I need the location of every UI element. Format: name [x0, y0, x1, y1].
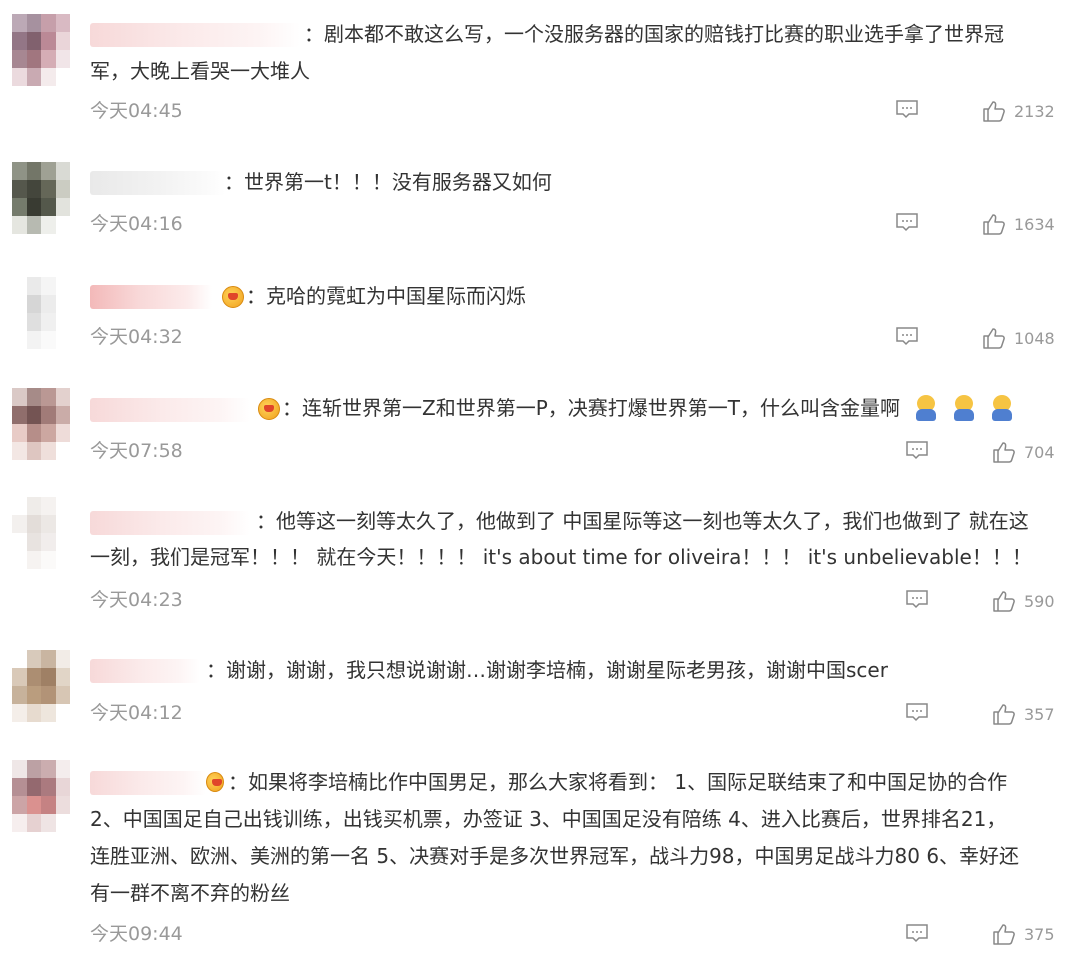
reply-icon[interactable]	[905, 923, 929, 943]
username-blurred[interactable]	[90, 398, 250, 422]
avatar[interactable]	[12, 162, 70, 234]
like-count: 357	[1024, 705, 1055, 724]
avatar[interactable]	[12, 650, 70, 722]
crown-badge-icon	[206, 772, 224, 792]
like-count: 2132	[1014, 102, 1055, 121]
thumbs-up-icon[interactable]	[992, 922, 1016, 946]
comment-text-body: ：连斩世界第一Z和世界第一P，决赛打爆世界第一T，什么叫含金量啊	[282, 396, 900, 420]
comment-text: 一刻，我们是冠军！！！ 就在今天！！！！ it's about time for…	[90, 545, 1032, 569]
like-count: 590	[1024, 592, 1055, 611]
reply-icon[interactable]	[905, 702, 929, 722]
avatar[interactable]	[12, 14, 70, 86]
comment-timestamp: 今天04:23	[90, 589, 183, 611]
comment-text: ：世界第一t！！！没有服务器又如何	[224, 170, 552, 194]
comment-text: ：连斩世界第一Z和世界第一P，决赛打爆世界第一T，什么叫含金量啊	[282, 390, 1014, 427]
username-blurred[interactable]	[90, 23, 300, 47]
reply-icon[interactable]	[905, 589, 929, 609]
crying-emoji-icon	[952, 395, 976, 421]
thumbs-up-icon[interactable]	[982, 212, 1006, 236]
reply-icon[interactable]	[895, 212, 919, 232]
comment-timestamp: 今天04:32	[90, 326, 183, 348]
thumbs-up-icon[interactable]	[992, 440, 1016, 464]
crying-emoji-icon	[990, 395, 1014, 421]
comment-timestamp: 今天07:58	[90, 440, 183, 462]
thumbs-up-icon[interactable]	[992, 589, 1016, 613]
thumbs-up-icon[interactable]	[982, 326, 1006, 350]
like-count: 1048	[1014, 329, 1055, 348]
avatar[interactable]	[12, 497, 70, 569]
username-blurred[interactable]	[90, 771, 206, 795]
username-blurred[interactable]	[90, 285, 212, 309]
thumbs-up-icon[interactable]	[992, 702, 1016, 726]
avatar[interactable]	[12, 277, 70, 349]
comment-text: 2、中国国足自己出钱训练，出钱买机票，办签证 3、中国国足没有陪练 4、进入比赛…	[90, 807, 1007, 831]
crown-badge-icon	[222, 286, 244, 308]
reply-icon[interactable]	[905, 440, 929, 460]
comment-text: ：剧本都不敢这么写，一个没服务器的国家的赔钱打比赛的职业选手拿了世界冠	[304, 22, 1004, 46]
like-count: 375	[1024, 925, 1055, 944]
comment-text: ：他等这一刻等太久了，他做到了 中国星际等这一刻也等太久了，我们也做到了 就在这	[256, 509, 1029, 533]
comment-text: 有一群不离不弃的粉丝	[90, 881, 290, 905]
comment-timestamp: 今天04:16	[90, 213, 183, 235]
crown-badge-icon	[258, 398, 280, 420]
comment-text: 连胜亚洲、欧洲、美洲的第一名 5、决赛对手是多次世界冠军，战斗力98，中国男足战…	[90, 844, 1020, 868]
comment-text: ：如果将李培楠比作中国男足，那么大家将看到： 1、国际足联结束了和中国足协的合作	[228, 770, 1008, 794]
like-count: 704	[1024, 443, 1055, 462]
username-blurred[interactable]	[90, 511, 250, 535]
comment-timestamp: 今天04:12	[90, 702, 183, 724]
comment-timestamp: 今天04:45	[90, 100, 183, 122]
comment-text: 军，大晚上看哭一大堆人	[90, 59, 310, 83]
comment-timestamp: 今天09:44	[90, 923, 183, 945]
comment-text: ：克哈的霓虹为中国星际而闪烁	[246, 284, 526, 308]
username-blurred[interactable]	[90, 171, 225, 195]
crying-emoji-icon	[914, 395, 938, 421]
like-count: 1634	[1014, 215, 1055, 234]
reply-icon[interactable]	[895, 326, 919, 346]
avatar[interactable]	[12, 760, 70, 832]
avatar[interactable]	[12, 388, 70, 460]
reply-icon[interactable]	[895, 99, 919, 119]
thumbs-up-icon[interactable]	[982, 99, 1006, 123]
username-blurred[interactable]	[90, 659, 200, 683]
comment-text: ：谢谢，谢谢，我只想说谢谢…谢谢李培楠，谢谢星际老男孩，谢谢中国scer	[206, 658, 888, 682]
